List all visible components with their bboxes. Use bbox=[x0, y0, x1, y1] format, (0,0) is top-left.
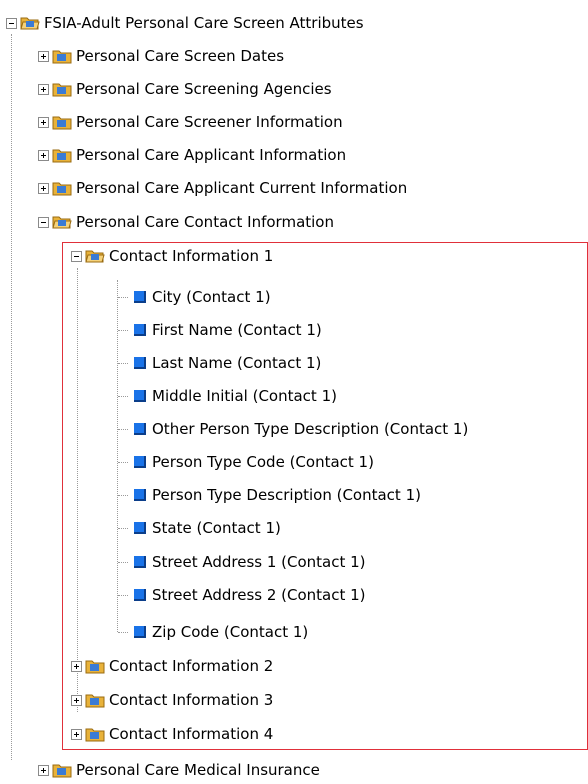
open-folder-icon bbox=[85, 250, 105, 263]
tree-node-contact-information[interactable]: Personal Care Contact Information bbox=[38, 211, 334, 233]
field-icon bbox=[134, 390, 146, 402]
tree-node-label: Contact Information 1 bbox=[109, 247, 274, 265]
tree-node-screen-dates[interactable]: Personal Care Screen Dates bbox=[38, 45, 284, 67]
tree-connector bbox=[118, 461, 128, 463]
field-icon bbox=[134, 626, 146, 638]
field-icon bbox=[134, 489, 146, 501]
folder-icon bbox=[52, 149, 72, 163]
tree-leaf-label: Last Name (Contact 1) bbox=[152, 354, 322, 372]
tree-node-label: Personal Care Medical Insurance bbox=[76, 761, 320, 779]
tree-leaf-city[interactable]: City (Contact 1) bbox=[118, 286, 271, 308]
expand-toggle[interactable] bbox=[38, 182, 49, 194]
tree-leaf-first-name[interactable]: First Name (Contact 1) bbox=[118, 319, 322, 341]
field-icon bbox=[134, 324, 146, 336]
tree-leaf-label: Person Type Description (Contact 1) bbox=[152, 486, 421, 504]
expand-toggle[interactable] bbox=[71, 660, 82, 672]
tree-node-label: Contact Information 4 bbox=[109, 725, 274, 743]
tree-node-label: Personal Care Applicant Current Informat… bbox=[76, 179, 408, 197]
tree-connector bbox=[118, 362, 128, 364]
folder-icon bbox=[52, 83, 72, 97]
expand-toggle[interactable] bbox=[38, 116, 49, 128]
field-icon bbox=[134, 589, 146, 601]
field-icon bbox=[134, 291, 146, 303]
field-icon bbox=[134, 556, 146, 568]
field-icon bbox=[134, 423, 146, 435]
tree-leaf-street-address-2[interactable]: Street Address 2 (Contact 1) bbox=[118, 584, 366, 606]
tree-guide-root bbox=[11, 34, 12, 760]
field-icon bbox=[134, 522, 146, 534]
tree-node-contact-info-3[interactable]: Contact Information 3 bbox=[71, 689, 273, 711]
tree-leaf-other-person-type-description[interactable]: Other Person Type Description (Contact 1… bbox=[118, 418, 468, 440]
expand-toggle[interactable] bbox=[38, 83, 49, 95]
tree-leaf-label: Person Type Code (Contact 1) bbox=[152, 453, 374, 471]
expand-toggle[interactable] bbox=[38, 149, 49, 161]
tree-leaf-zip-code[interactable]: Zip Code (Contact 1) bbox=[118, 621, 308, 643]
folder-icon bbox=[52, 764, 72, 778]
tree-node-label: Personal Care Applicant Information bbox=[76, 146, 347, 164]
tree-node-label: Personal Care Screener Information bbox=[76, 113, 343, 131]
tree-node-applicant-current-information[interactable]: Personal Care Applicant Current Informat… bbox=[38, 177, 407, 199]
tree-node-contact-info-1[interactable]: Contact Information 1 bbox=[71, 245, 273, 267]
tree-node-screener-information[interactable]: Personal Care Screener Information bbox=[38, 111, 343, 133]
tree-node-contact-info-4[interactable]: Contact Information 4 bbox=[71, 723, 273, 745]
tree-node-applicant-information[interactable]: Personal Care Applicant Information bbox=[38, 144, 346, 166]
folder-icon bbox=[52, 116, 72, 130]
folder-icon bbox=[52, 182, 72, 196]
expand-toggle[interactable] bbox=[71, 728, 82, 740]
folder-icon bbox=[85, 728, 105, 742]
tree-connector bbox=[118, 329, 128, 331]
tree-connector bbox=[118, 631, 128, 633]
tree-leaf-label: State (Contact 1) bbox=[152, 519, 281, 537]
tree-node-label: Contact Information 3 bbox=[109, 691, 274, 709]
tree-connector bbox=[118, 395, 128, 397]
tree-leaf-street-address-1[interactable]: Street Address 1 (Contact 1) bbox=[118, 551, 366, 573]
tree-node-screening-agencies[interactable]: Personal Care Screening Agencies bbox=[38, 78, 332, 100]
tree-leaf-person-type-code[interactable]: Person Type Code (Contact 1) bbox=[118, 451, 374, 473]
field-icon bbox=[134, 357, 146, 369]
tree-connector bbox=[118, 561, 128, 563]
tree-node-medical-insurance[interactable]: Personal Care Medical Insurance bbox=[38, 759, 320, 781]
expand-toggle[interactable] bbox=[38, 50, 49, 62]
tree-leaf-label: Street Address 1 (Contact 1) bbox=[152, 553, 366, 571]
tree-leaf-person-type-description[interactable]: Person Type Description (Contact 1) bbox=[118, 484, 421, 506]
expand-toggle[interactable] bbox=[38, 764, 49, 776]
tree-node-contact-info-2[interactable]: Contact Information 2 bbox=[71, 655, 273, 677]
tree-connector bbox=[118, 527, 128, 529]
collapse-toggle[interactable] bbox=[6, 17, 17, 29]
tree-node-label: Contact Information 2 bbox=[109, 657, 274, 675]
tree-leaf-label: Middle Initial (Contact 1) bbox=[152, 387, 337, 405]
tree-connector bbox=[118, 296, 128, 298]
tree-node-label: Personal Care Contact Information bbox=[76, 213, 334, 231]
collapse-toggle[interactable] bbox=[71, 250, 82, 262]
open-folder-icon bbox=[52, 216, 72, 229]
collapse-toggle[interactable] bbox=[38, 216, 49, 228]
tree-node-root[interactable]: FSIA-Adult Personal Care Screen Attribut… bbox=[6, 12, 364, 34]
tree-leaf-label: Zip Code (Contact 1) bbox=[152, 623, 309, 641]
tree-node-label: Personal Care Screening Agencies bbox=[76, 80, 332, 98]
tree-leaf-label: City (Contact 1) bbox=[152, 288, 271, 306]
tree-leaf-last-name[interactable]: Last Name (Contact 1) bbox=[118, 352, 321, 374]
tree-node-label: FSIA-Adult Personal Care Screen Attribut… bbox=[44, 14, 364, 32]
folder-icon bbox=[52, 50, 72, 64]
open-folder-icon bbox=[20, 17, 40, 30]
expand-toggle[interactable] bbox=[71, 694, 82, 706]
tree-connector bbox=[118, 494, 128, 496]
folder-icon bbox=[85, 660, 105, 674]
folder-icon bbox=[85, 694, 105, 708]
field-icon bbox=[134, 456, 146, 468]
tree-node-label: Personal Care Screen Dates bbox=[76, 47, 285, 65]
tree-leaf-label: Street Address 2 (Contact 1) bbox=[152, 586, 366, 604]
tree-view: FSIA-Adult Personal Care Screen Attribut… bbox=[0, 0, 588, 784]
tree-leaf-middle-initial[interactable]: Middle Initial (Contact 1) bbox=[118, 385, 337, 407]
tree-leaf-label: First Name (Contact 1) bbox=[152, 321, 322, 339]
tree-connector bbox=[118, 428, 128, 430]
tree-connector bbox=[118, 594, 128, 596]
tree-leaf-label: Other Person Type Description (Contact 1… bbox=[152, 420, 469, 438]
tree-leaf-state[interactable]: State (Contact 1) bbox=[118, 517, 281, 539]
